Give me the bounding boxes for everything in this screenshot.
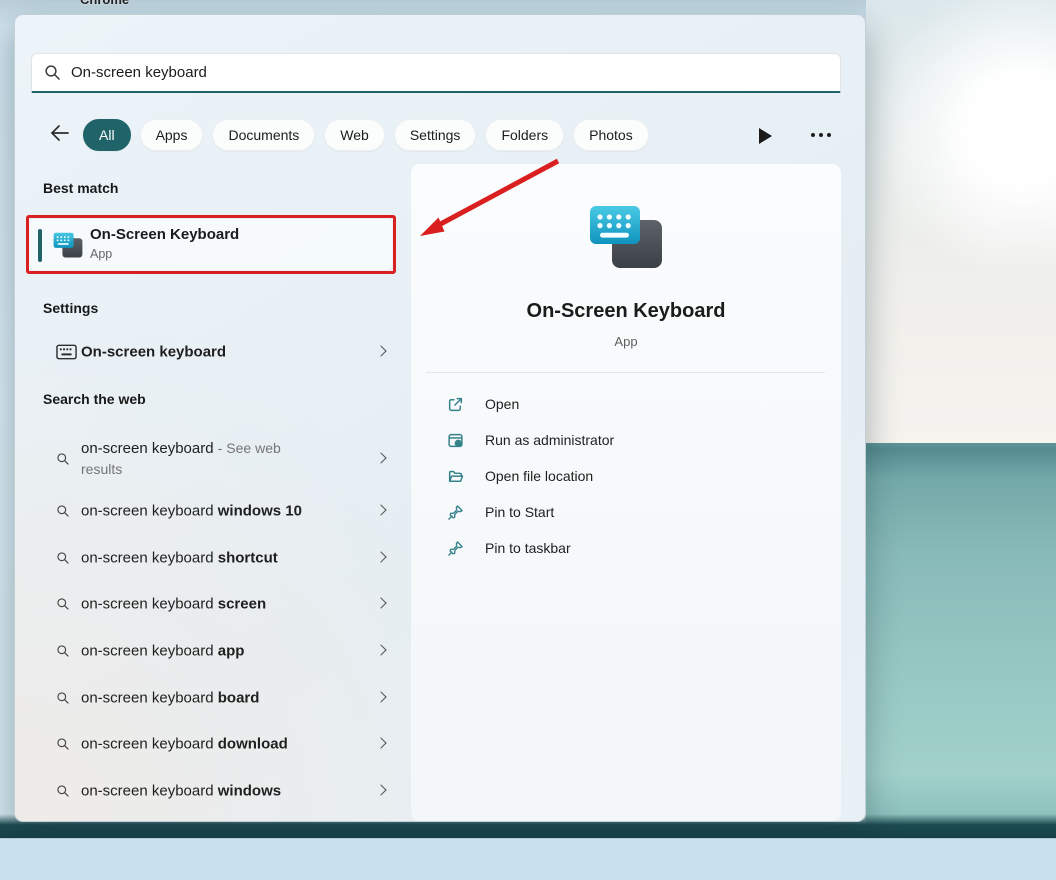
action-run-as-administrator[interactable]: Run as administrator — [411, 422, 841, 458]
suggestion-text: on-screen keyboard — [81, 550, 218, 567]
on-screen-keyboard-app-icon — [52, 231, 84, 260]
filter-pills: All Apps Documents Web Settings Folders … — [83, 115, 649, 155]
settings-result-item[interactable]: On-screen keyboard — [29, 331, 411, 373]
action-list: Open Run as administrator Open file — [411, 386, 841, 566]
suggestion-bold: screen — [218, 596, 266, 613]
suggestion-bold: board — [218, 690, 260, 707]
on-screen-keyboard-app-icon-large — [585, 202, 667, 274]
search-icon — [44, 64, 61, 81]
chevron-right-icon — [375, 737, 386, 748]
search-icon — [56, 452, 70, 466]
suggestion-bold: windows — [218, 783, 281, 800]
action-label: Open — [485, 396, 519, 412]
keyboard-outline-icon — [56, 344, 77, 360]
search-icon — [56, 691, 70, 705]
preview-subtitle: App — [411, 334, 841, 349]
preview-title: On-Screen Keyboard — [411, 300, 841, 323]
search-icon — [56, 597, 70, 611]
desktop: Chrome All Apps Documents Web Setti — [0, 0, 1056, 880]
back-arrow-icon[interactable] — [49, 122, 71, 144]
folder-icon — [447, 468, 464, 485]
best-match-subtitle: App — [90, 247, 112, 261]
search-icon — [56, 737, 70, 751]
chevron-right-icon — [375, 784, 386, 795]
search-icon — [56, 551, 70, 565]
action-label: Pin to Start — [485, 504, 554, 520]
suggestion-text: on-screen keyboard — [81, 596, 218, 613]
cropped-window-title: Chrome — [80, 0, 129, 9]
chevron-right-icon — [375, 504, 386, 515]
web-suggestion-item[interactable]: on-screen keyboard app — [29, 633, 411, 669]
settings-header: Settings — [43, 300, 98, 316]
wallpaper-sky — [866, 0, 1056, 445]
wallpaper-lake — [866, 443, 1056, 838]
more-options-icon[interactable] — [811, 133, 831, 137]
pin-icon — [447, 504, 464, 521]
suggestion-text: on-screen keyboard — [81, 690, 218, 707]
pin-icon — [447, 540, 464, 557]
chevron-right-icon — [375, 452, 386, 463]
action-label: Run as administrator — [485, 432, 614, 448]
tab-web[interactable]: Web — [324, 119, 385, 151]
web-suggestion-item[interactable]: on-screen keyboard shortcut — [29, 540, 411, 576]
tab-settings[interactable]: Settings — [394, 119, 477, 151]
best-match-item[interactable]: On-Screen Keyboard App — [30, 219, 392, 270]
tab-photos[interactable]: Photos — [573, 119, 649, 151]
suggestion-bold: download — [218, 736, 288, 753]
action-label: Open file location — [485, 468, 593, 484]
web-suggestion-item[interactable]: on-screen keyboard board — [29, 680, 411, 716]
run-as-administrator-icon — [447, 432, 464, 449]
search-the-web-header: Search the web — [43, 391, 146, 407]
suggestion-bold: app — [218, 643, 245, 660]
web-suggestion-item[interactable]: on-screen keyboard download — [29, 726, 411, 762]
search-input[interactable] — [71, 64, 828, 81]
web-suggestion-item[interactable]: on-screen keyboard windows 10 — [29, 493, 411, 529]
chevron-right-icon — [375, 644, 386, 655]
search-icon — [56, 784, 70, 798]
search-box[interactable] — [31, 53, 841, 93]
tab-documents[interactable]: Documents — [212, 119, 315, 151]
play-icon[interactable] — [759, 128, 772, 144]
search-icon — [56, 644, 70, 658]
suggestion-text: on-screen keyboard — [81, 503, 218, 520]
selection-indicator-bar — [38, 229, 42, 262]
web-suggestion-item[interactable]: on-screen keyboard windows — [29, 773, 411, 809]
suggestion-text: on-screen keyboard — [81, 783, 218, 800]
settings-result-label: On-screen keyboard — [81, 342, 313, 363]
action-open-file-location[interactable]: Open file location — [411, 458, 841, 494]
tab-folders[interactable]: Folders — [485, 119, 564, 151]
search-flyout-window: All Apps Documents Web Settings Folders … — [14, 14, 866, 822]
taskbar: Search Ps W T — [0, 838, 1056, 880]
filter-tabs-row: All Apps Documents Web Settings Folders … — [15, 115, 866, 161]
divider — [426, 372, 825, 373]
web-suggestion-item[interactable]: on-screen keyboard screen — [29, 586, 411, 622]
chevron-right-icon — [375, 345, 386, 356]
best-match-header: Best match — [43, 180, 118, 196]
chevron-right-icon — [375, 691, 386, 702]
suggestion-text: on-screen keyboard — [81, 643, 218, 660]
chevron-right-icon — [375, 551, 386, 562]
suggestion-bold: shortcut — [218, 550, 278, 567]
open-icon — [447, 396, 464, 413]
suggestion-text: on-screen keyboard — [81, 736, 218, 753]
search-icon — [56, 504, 70, 518]
chevron-right-icon — [375, 597, 386, 608]
preview-panel: On-Screen Keyboard App Open — [411, 164, 841, 821]
action-open[interactable]: Open — [411, 386, 841, 422]
web-suggestion-item[interactable]: on-screen keyboard - See web results — [29, 433, 411, 485]
desktop-wallpaper — [866, 0, 1056, 838]
suggestion-bold: windows 10 — [218, 503, 302, 520]
action-pin-to-taskbar[interactable]: Pin to taskbar — [411, 530, 841, 566]
tab-all[interactable]: All — [83, 119, 131, 151]
suggestion-text: on-screen keyboard — [81, 440, 218, 457]
action-pin-to-start[interactable]: Pin to Start — [411, 494, 841, 530]
action-label: Pin to taskbar — [485, 540, 571, 556]
tab-apps[interactable]: Apps — [140, 119, 204, 151]
best-match-title: On-Screen Keyboard — [90, 226, 239, 243]
